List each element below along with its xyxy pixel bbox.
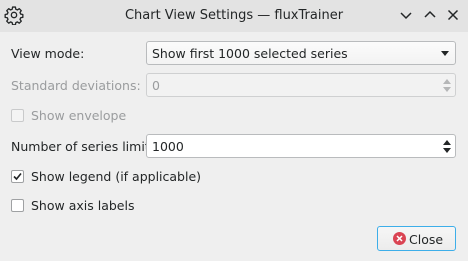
std-dev-value: 0	[152, 78, 160, 93]
series-limit-label: Number of series limit:	[11, 139, 154, 154]
spin-down-icon[interactable]	[443, 87, 451, 92]
std-dev-label: Standard deviations:	[11, 78, 141, 93]
title-bar: Chart View Settings — fluxTrainer	[0, 0, 468, 32]
chevron-down-icon[interactable]	[398, 7, 414, 23]
show-envelope-label: Show envelope	[31, 108, 127, 123]
show-legend-label: Show legend (if applicable)	[31, 169, 202, 184]
checkmark-icon	[13, 172, 22, 181]
series-limit-value: 1000	[152, 139, 184, 154]
show-legend-checkbox[interactable]	[11, 170, 24, 183]
dropdown-arrow-icon	[441, 51, 449, 56]
show-axis-labels-label: Show axis labels	[31, 198, 135, 213]
close-button-label: Close	[409, 232, 444, 247]
spin-up-icon[interactable]	[443, 79, 451, 84]
std-dev-spinbox[interactable]: 0	[146, 73, 456, 97]
show-axis-labels-checkbox[interactable]	[11, 199, 24, 212]
view-mode-value: Show first 1000 selected series	[152, 46, 348, 61]
close-circle-icon	[393, 232, 406, 245]
close-button[interactable]: Close	[377, 226, 456, 251]
close-icon[interactable]	[445, 7, 461, 23]
chevron-up-icon[interactable]	[422, 7, 438, 23]
view-mode-label: View mode:	[11, 46, 85, 61]
series-limit-spinbox[interactable]: 1000	[146, 134, 456, 158]
view-mode-select[interactable]: Show first 1000 selected series	[146, 41, 456, 65]
spin-down-icon[interactable]	[443, 148, 451, 153]
show-envelope-checkbox[interactable]	[11, 109, 24, 122]
spin-up-icon[interactable]	[443, 140, 451, 145]
